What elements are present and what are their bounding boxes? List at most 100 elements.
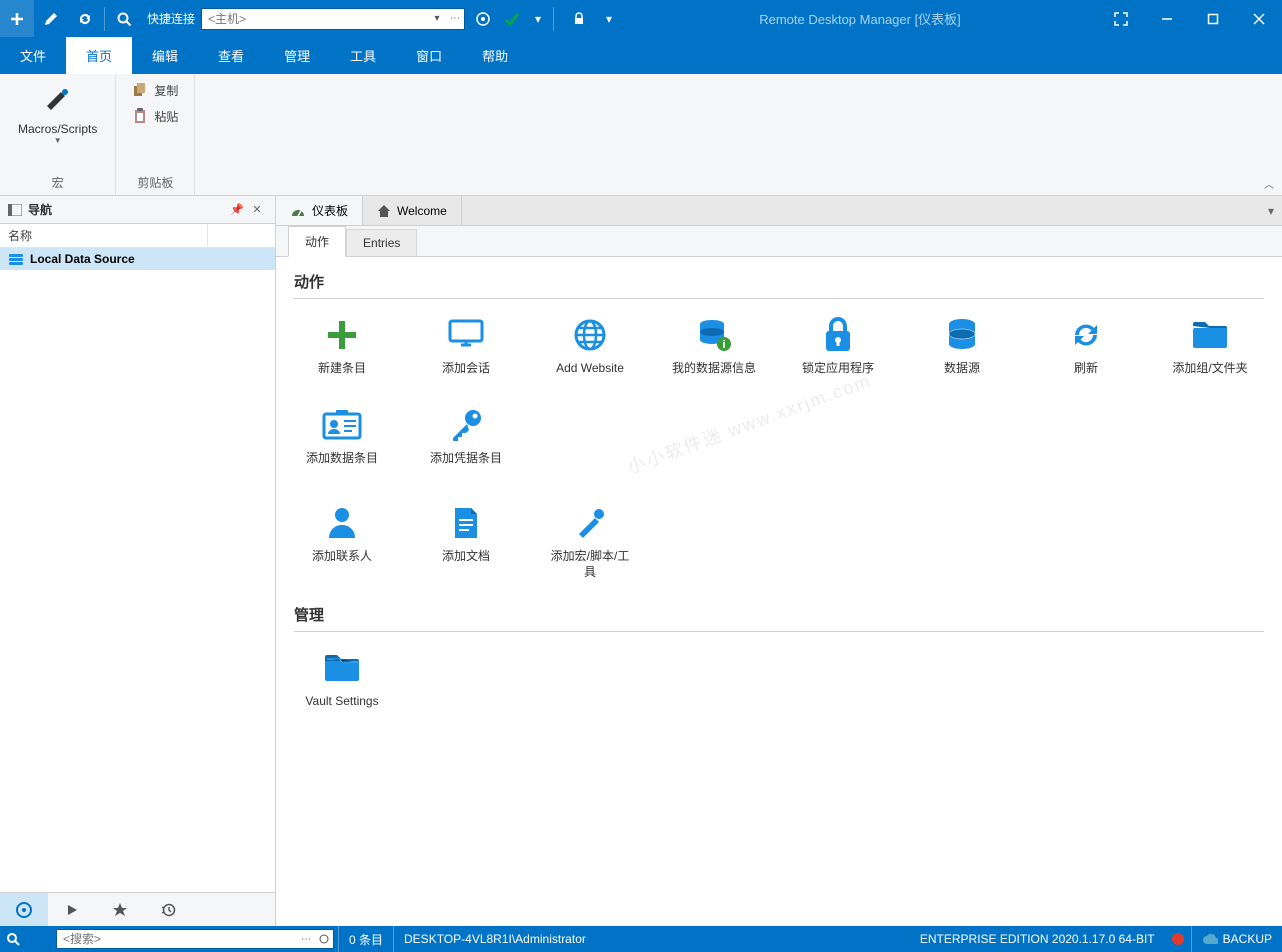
ribbon-group-macro: 宏 — [52, 172, 64, 193]
status-search-go[interactable] — [315, 929, 333, 949]
action-add-folder[interactable]: 添加组/文件夹 — [1162, 311, 1258, 393]
nav-favorites-icon[interactable] — [96, 893, 144, 927]
section-actions-title: 动作 — [294, 271, 1264, 292]
edit-icon[interactable] — [34, 0, 68, 37]
nav-title: 导航 — [28, 201, 52, 218]
tabs-dropdown-icon[interactable]: ▾ — [1268, 204, 1274, 218]
database-icon — [942, 315, 982, 355]
tree-root-item[interactable]: Local Data Source — [0, 248, 275, 270]
host-input[interactable] — [202, 12, 428, 26]
close-panel-icon[interactable]: ✕ — [247, 200, 267, 220]
document-tabs: 仪表板 Welcome ▾ — [276, 196, 1282, 226]
status-backup[interactable]: BACKUP — [1191, 926, 1282, 952]
paste-icon — [132, 108, 148, 124]
subtab-actions[interactable]: 动作 — [288, 226, 346, 257]
cloud-icon — [1202, 932, 1218, 946]
tab-welcome[interactable]: Welcome — [363, 196, 462, 225]
host-input-wrap: ▾ ⋯ — [201, 8, 465, 30]
navigation-panel: 导航 📌 ✕ 名称 Local Data Source — [0, 196, 276, 926]
action-add-website[interactable]: Add Website — [542, 311, 638, 393]
menu-view[interactable]: 查看 — [198, 37, 264, 74]
host-dropdown-icon[interactable]: ▾ — [428, 9, 446, 29]
status-search-more[interactable]: ⋯ — [297, 929, 315, 949]
tab-dashboard[interactable]: 仪表板 — [276, 196, 363, 225]
nav-column-name[interactable]: 名称 — [8, 227, 207, 244]
lock-dropdown-icon[interactable]: ▾ — [602, 0, 616, 37]
key-icon — [446, 405, 486, 445]
nav-column-2[interactable] — [207, 224, 267, 247]
menu-edit[interactable]: 编辑 — [132, 37, 198, 74]
copy-button[interactable]: 复制 — [126, 78, 184, 102]
action-add-cred-entry[interactable]: 添加凭据条目 — [418, 401, 514, 483]
maximize-button[interactable] — [1190, 0, 1236, 37]
home-icon — [377, 204, 391, 218]
datasource-icon — [8, 252, 24, 266]
menu-window[interactable]: 窗口 — [396, 37, 462, 74]
status-entries: 0 条目 — [338, 926, 393, 952]
search-icon[interactable] — [107, 0, 141, 37]
action-vault-settings[interactable]: Vault Settings — [294, 644, 390, 726]
sub-tabs: 动作 Entries — [276, 226, 1282, 256]
host-more-icon[interactable]: ⋯ — [446, 9, 464, 29]
macro-tool-icon — [570, 503, 610, 543]
refresh-icon[interactable] — [68, 0, 102, 37]
action-data-sources[interactable]: 数据源 — [914, 311, 1010, 393]
close-button[interactable] — [1236, 0, 1282, 37]
svg-text:i: i — [722, 339, 725, 351]
pin-icon[interactable]: 📌 — [227, 200, 247, 220]
menu-home[interactable]: 首页 — [66, 37, 132, 74]
minimize-button[interactable] — [1144, 0, 1190, 37]
action-add-data-entry[interactable]: 添加数据条目 — [294, 401, 390, 483]
menu-admin[interactable]: 管理 — [264, 37, 330, 74]
status-bar: ⋯ 0 条目 DESKTOP-4VL8R1I\Administrator ENT… — [0, 926, 1282, 952]
new-icon[interactable] — [0, 0, 34, 37]
nav-tree[interactable]: Local Data Source — [0, 248, 275, 892]
action-add-macro[interactable]: 添加宏/脚本/工具 — [542, 499, 638, 584]
nav-play-icon[interactable] — [48, 893, 96, 927]
menu-tools[interactable]: 工具 — [330, 37, 396, 74]
status-search-input[interactable] — [57, 932, 297, 946]
folder-icon — [1190, 315, 1230, 355]
ribbon-group-clipboard: 剪贴板 — [137, 172, 173, 193]
content-area: 仪表板 Welcome ▾ 动作 Entries 动作 新建条目 — [276, 196, 1282, 926]
action-new-entry[interactable]: 新建条目 — [294, 311, 390, 393]
action-my-ds-info[interactable]: i 我的数据源信息 — [666, 311, 762, 393]
nav-vault-icon[interactable] — [0, 893, 48, 927]
menu-file[interactable]: 文件 — [0, 37, 66, 74]
document-icon — [446, 503, 486, 543]
action-add-document[interactable]: 添加文档 — [418, 499, 514, 584]
ribbon-collapse-icon[interactable]: ︿ — [1264, 176, 1274, 191]
macros-scripts-button[interactable]: Macros/Scripts ▼ — [10, 78, 105, 149]
lock-app-icon — [818, 315, 858, 355]
status-warning-icon[interactable] — [1165, 931, 1191, 947]
subtab-entries[interactable]: Entries — [346, 229, 417, 256]
status-search-icon[interactable] — [0, 932, 26, 946]
dashboard-icon — [290, 204, 306, 218]
database-info-icon: i — [694, 315, 734, 355]
refresh-big-icon — [1066, 315, 1106, 355]
macro-icon — [41, 82, 75, 116]
action-lock-app[interactable]: 锁定应用程序 — [790, 311, 886, 393]
lock-icon[interactable] — [562, 0, 596, 37]
status-search-wrap: ⋯ — [56, 929, 334, 949]
action-add-session[interactable]: 添加会话 — [418, 311, 514, 393]
ribbon: Macros/Scripts ▼ 宏 复制 粘贴 剪贴板 ︿ — [0, 74, 1282, 196]
nav-bottom-bar — [0, 892, 275, 926]
title-bar: 快捷连接 ▾ ⋯ ▾ ▾ Remote Desktop Manager [仪表板… — [0, 0, 1282, 37]
check-dropdown-icon[interactable]: ▾ — [531, 0, 545, 37]
menu-help[interactable]: 帮助 — [462, 37, 528, 74]
macros-label: Macros/Scripts — [18, 122, 97, 136]
paste-button[interactable]: 粘贴 — [126, 104, 184, 128]
section-admin-title: 管理 — [294, 604, 1264, 625]
action-refresh[interactable]: 刷新 — [1038, 311, 1134, 393]
copy-icon — [132, 82, 148, 98]
nav-recent-icon[interactable] — [144, 893, 192, 927]
check-icon[interactable] — [501, 0, 525, 37]
id-card-icon — [322, 405, 362, 445]
status-machine: DESKTOP-4VL8R1I\Administrator — [393, 926, 596, 952]
fullscreen-icon[interactable] — [1098, 0, 1144, 37]
action-add-contact[interactable]: 添加联系人 — [294, 499, 390, 584]
dashboard-body: 动作 新建条目 添加会话 Add Website i 我的数据源信息 — [276, 256, 1282, 926]
status-edition: ENTERPRISE EDITION 2020.1.17.0 64-BIT — [910, 926, 1165, 952]
target-icon[interactable] — [471, 0, 495, 37]
